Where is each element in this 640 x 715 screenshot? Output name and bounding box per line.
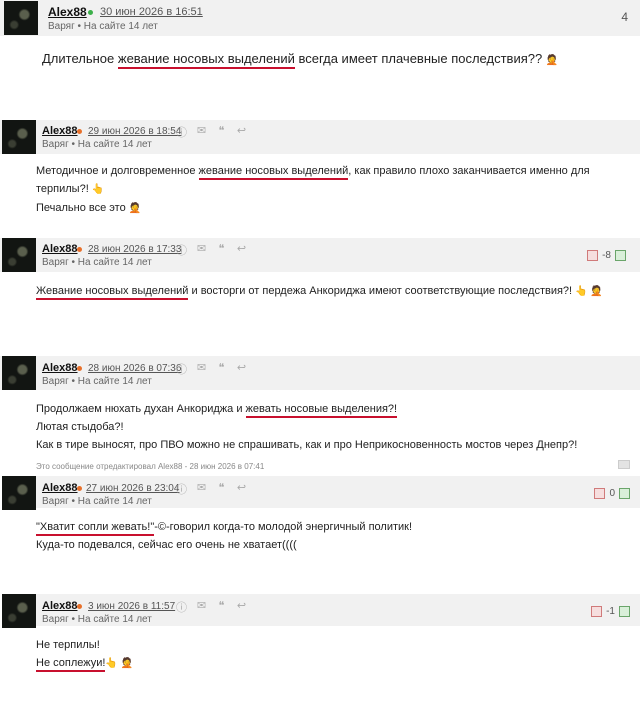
reply-icon[interactable]: ↩	[236, 124, 247, 140]
vote-up-icon[interactable]	[615, 250, 626, 261]
quote-icon[interactable]: ❝	[216, 599, 227, 615]
offline-status-dot	[77, 486, 82, 491]
mail-icon[interactable]: ✉	[196, 599, 207, 615]
facepalm-emoji: 🤦	[545, 55, 559, 66]
comment-body: "Хватит сопли жевать!"-©-говорил когда-т…	[36, 521, 413, 551]
comment-count-badge: 4	[621, 10, 628, 24]
action-icons: ⓘ ✉ ❝ ↩	[176, 599, 247, 615]
rating-value: -8	[602, 250, 611, 261]
action-icons: ⓘ ✉ ❝ ↩	[176, 124, 247, 140]
pointing-emoji: 👆	[91, 184, 105, 195]
comment-body: Продолжаем нюхать духан Анкориджа и жева…	[36, 403, 578, 451]
quote-icon[interactable]: ❝	[216, 124, 227, 140]
info-icon[interactable]: ⓘ	[176, 242, 187, 258]
comment-date[interactable]: 28 июн 2026 в 17:33	[88, 244, 181, 255]
author-name[interactable]: Alex88	[42, 482, 77, 494]
quote-icon[interactable]: ❝	[216, 361, 227, 377]
comment-body: Не терпилы! Не соплежуи!👆 🤦	[36, 636, 133, 673]
offline-status-dot	[77, 129, 82, 134]
offline-status-dot	[77, 247, 82, 252]
offline-status-dot	[77, 604, 82, 609]
mail-icon[interactable]: ✉	[196, 361, 207, 377]
comment-3: Alex88 28 июн 2026 в 17:33 ⓘ ✉ ❝ ↩ Варяг • …	[0, 238, 640, 308]
rating: -1	[591, 606, 630, 617]
comment-4: Alex88 28 июн 2026 в 07:36 ⓘ ✉ ❝ ↩ Варяг • …	[0, 356, 640, 476]
reply-icon[interactable]: ↩	[236, 599, 247, 615]
avatar[interactable]	[2, 238, 36, 272]
reply-icon[interactable]: ↩	[236, 361, 247, 377]
action-icons: ⓘ ✉ ❝ ↩	[176, 361, 247, 377]
comment-body: Методичное и долговременное жевание носо…	[36, 165, 590, 214]
rating: 0	[594, 488, 630, 499]
avatar[interactable]	[2, 120, 36, 154]
user-subtitle: Варяг • На сайте 14 лет	[42, 614, 152, 625]
author-name[interactable]: Alex88	[42, 600, 77, 612]
avatar[interactable]	[2, 356, 36, 390]
emoji: 👆 🤦	[575, 286, 603, 297]
avatar[interactable]	[2, 594, 36, 628]
rating: -8	[587, 250, 626, 261]
reply-icon[interactable]: ↩	[236, 242, 247, 258]
rating-value: 0	[609, 488, 615, 499]
action-icons: ⓘ ✉ ❝ ↩	[176, 242, 247, 258]
author-name[interactable]: Alex88	[42, 362, 77, 374]
reply-icon[interactable]: ↩	[236, 481, 247, 497]
mail-icon[interactable]: ✉	[196, 481, 207, 497]
emoji: 👆 🤦	[105, 658, 134, 669]
comment-date[interactable]: 27 июн 2026 в 23:04	[86, 483, 179, 494]
edit-icon[interactable]	[618, 460, 630, 469]
mail-icon[interactable]: ✉	[196, 124, 207, 140]
info-icon[interactable]: ⓘ	[176, 481, 187, 497]
quote-icon[interactable]: ❝	[216, 242, 227, 258]
vote-up-icon[interactable]	[619, 488, 630, 499]
user-subtitle: Варяг • На сайте 14 лет	[42, 257, 152, 268]
user-subtitle: Варяг • На сайте 14 лет	[48, 21, 158, 32]
user-subtitle: Варяг • На сайте 14 лет	[42, 496, 152, 507]
user-subtitle: Варяг • На сайте 14 лет	[42, 139, 152, 150]
vote-down-icon[interactable]	[591, 606, 603, 617]
vote-down-icon[interactable]	[587, 250, 599, 261]
avatar[interactable]	[4, 1, 38, 35]
comment-6: Alex88 3 июн 2026 в 11:57 ⓘ ✉ ❝ ↩ Варяг • Н…	[0, 594, 640, 674]
quote-icon[interactable]: ❝	[216, 481, 227, 497]
action-icons: ⓘ ✉ ❝ ↩	[176, 481, 247, 497]
comment-date[interactable]: 30 июн 2026 в 16:51	[100, 6, 203, 18]
info-icon[interactable]: ⓘ	[176, 361, 187, 377]
author-name[interactable]: Alex88	[48, 5, 87, 19]
offline-status-dot	[77, 366, 82, 371]
info-icon[interactable]: ⓘ	[176, 599, 187, 615]
vote-down-icon[interactable]	[594, 488, 606, 499]
comment-body: Длительное жевание носовых выделений все…	[42, 50, 558, 70]
avatar[interactable]	[2, 476, 36, 510]
online-status-dot	[88, 10, 93, 15]
comment-body: Жевание носовых выделений и восторги от …	[36, 282, 603, 301]
comment-2: Alex88 29 июн 2026 в 18:54 ⓘ ✉ ❝ ↩ Варяг • …	[0, 120, 640, 214]
comment-date[interactable]: 28 июн 2026 в 07:36	[88, 363, 181, 374]
rating-value: -1	[606, 606, 615, 617]
user-subtitle: Варяг • На сайте 14 лет	[42, 376, 152, 387]
mail-icon[interactable]: ✉	[196, 242, 207, 258]
comment-date[interactable]: 29 июн 2026 в 18:54	[88, 126, 181, 137]
vote-up-icon[interactable]	[619, 606, 630, 617]
info-icon[interactable]: ⓘ	[176, 124, 187, 140]
edited-note: Это сообщение отредактировал Alex88 - 28…	[36, 462, 265, 471]
comment-5: Alex88 27 июн 2026 в 23:04 ⓘ ✉ ❝ ↩ Варяг • …	[0, 476, 640, 566]
facepalm-emoji: 🤦	[128, 203, 142, 214]
comment-date[interactable]: 3 июн 2026 в 11:57	[88, 601, 175, 612]
author-name[interactable]: Alex88	[42, 125, 77, 137]
comment-1: Alex88 30 июн 2026 в 16:51 Варяг • На са…	[0, 0, 640, 110]
author-name[interactable]: Alex88	[42, 243, 77, 255]
